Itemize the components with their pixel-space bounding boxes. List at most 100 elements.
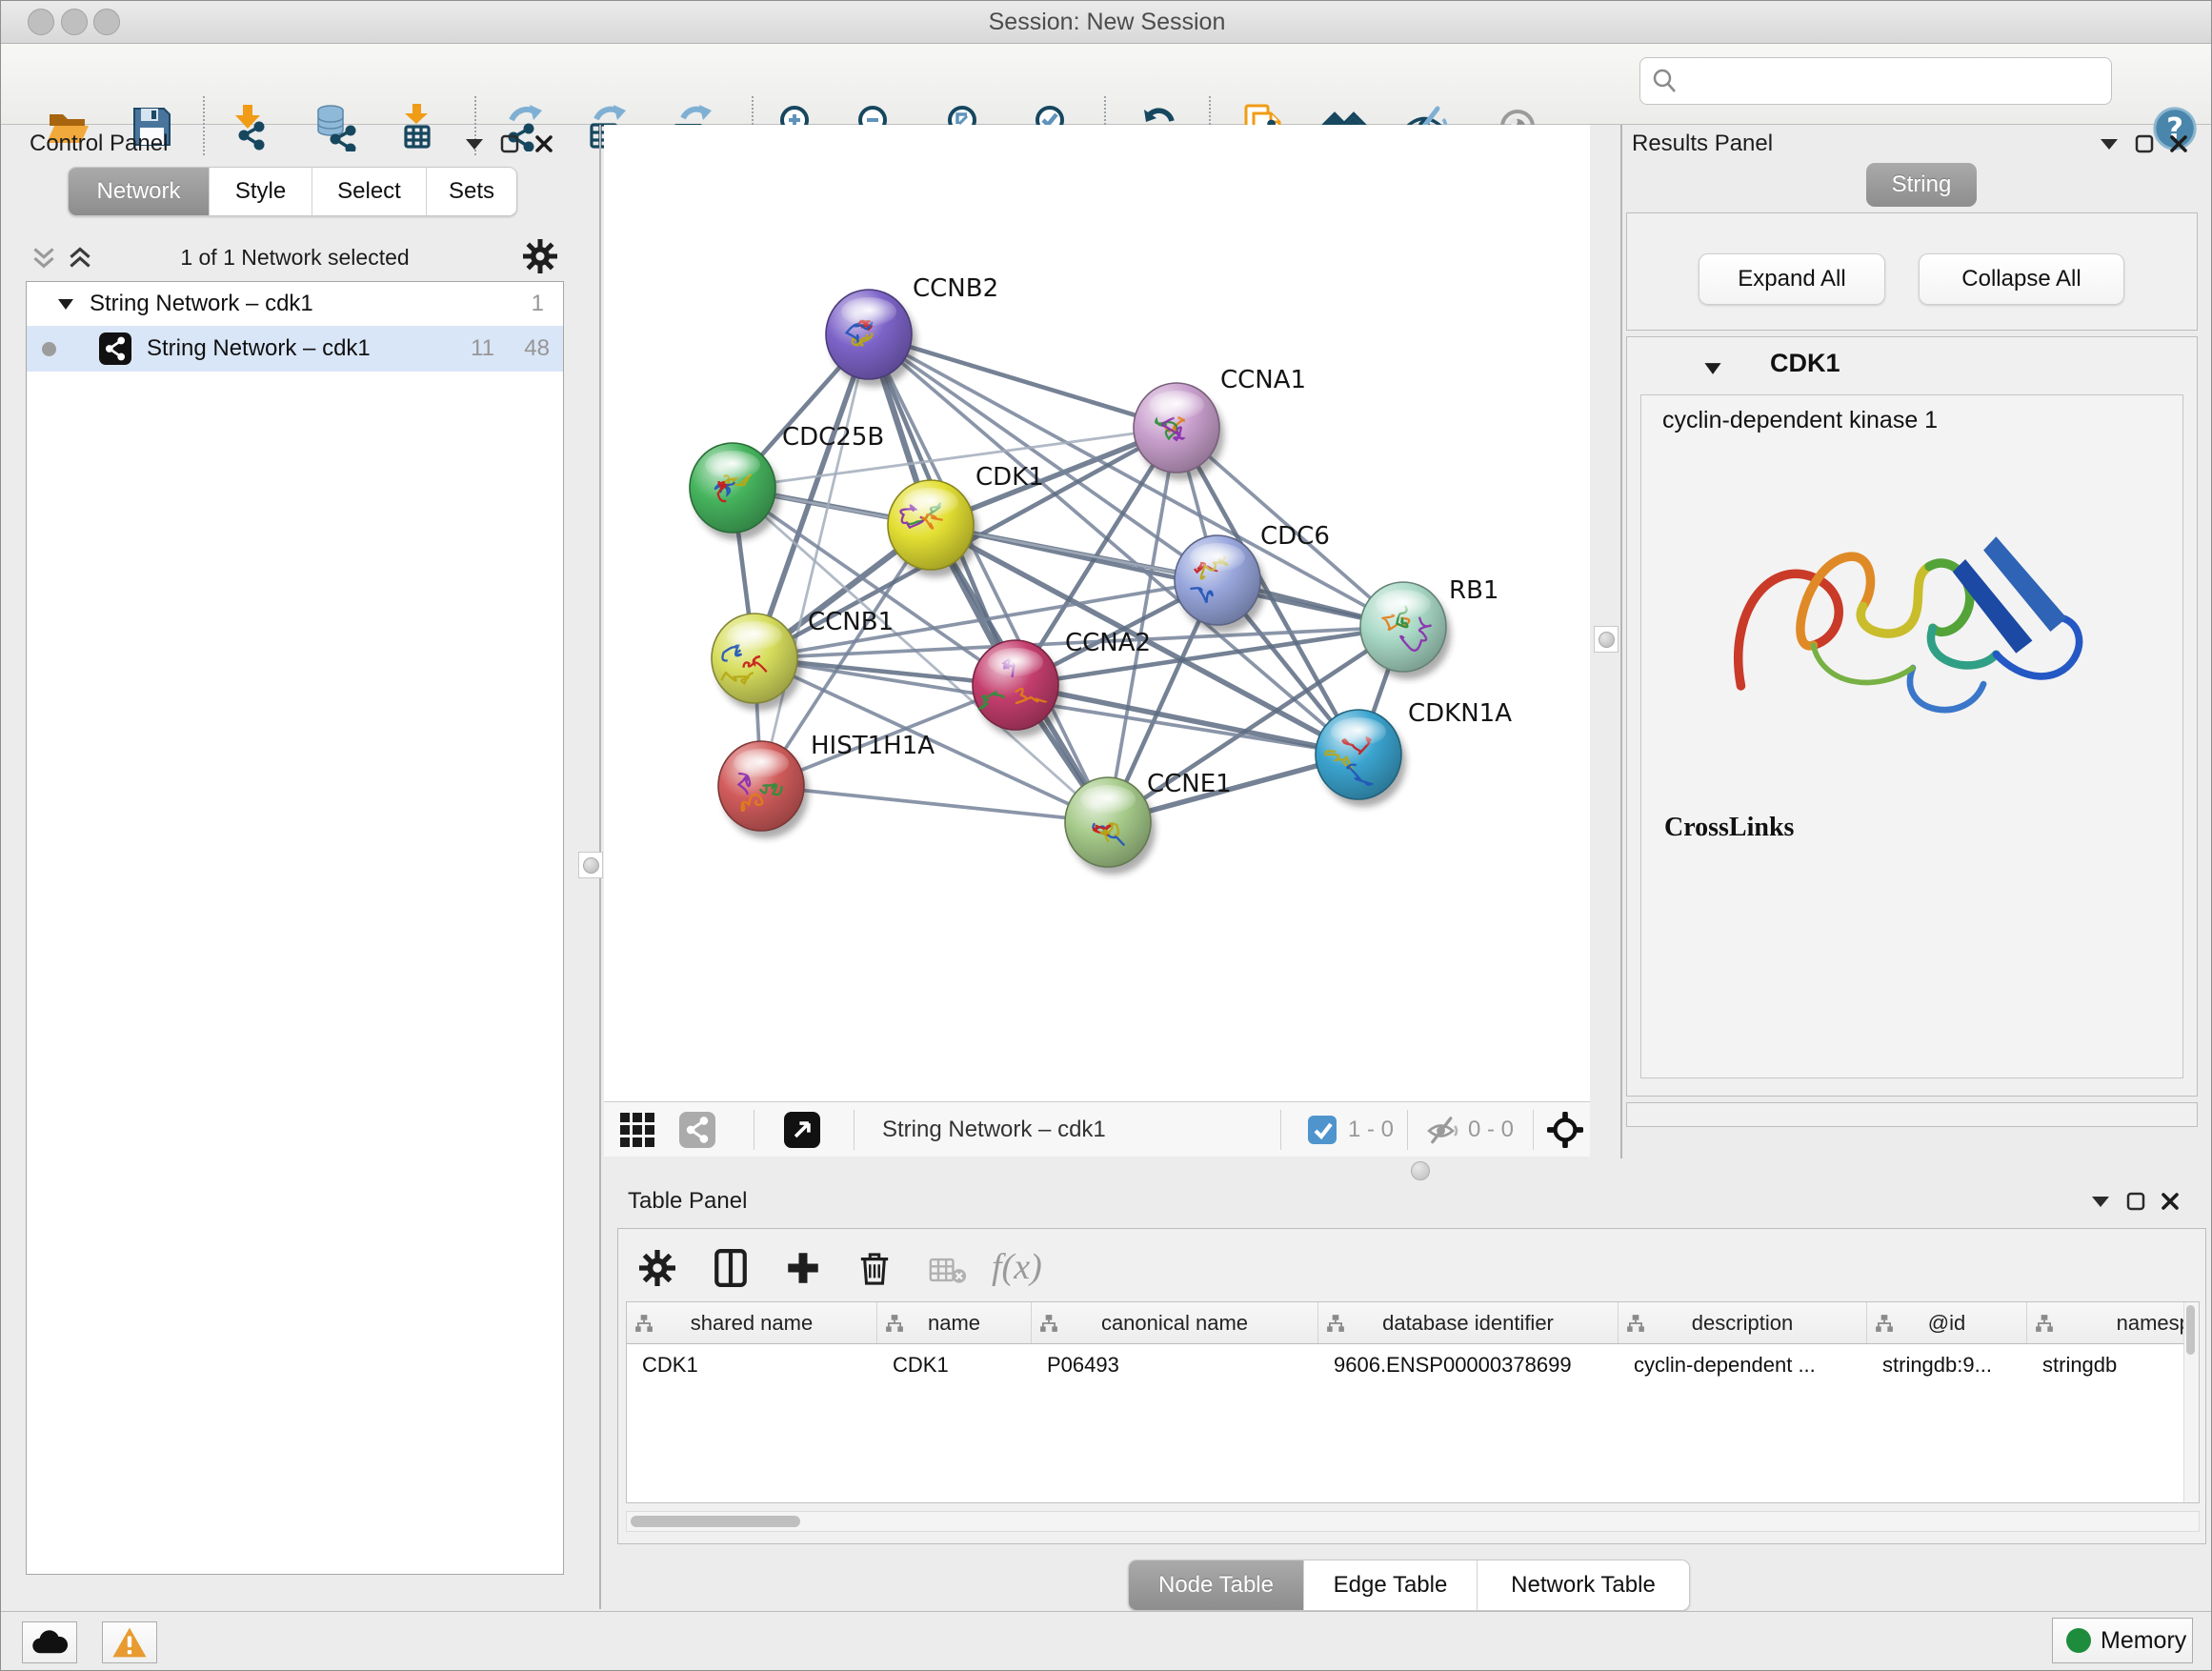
node-CCNA1[interactable]: CCNA1 [1134, 366, 1306, 480]
gene-description: cyclin-dependent kinase 1 [1662, 407, 1938, 434]
string-network-badge-icon [99, 332, 131, 365]
network-graph[interactable]: CCNB2CCNA1CDC25BCDK1CDC6RB1CCNB1CCNA2CDK… [604, 125, 1590, 1101]
control-panel-tabs: NetworkStyleSelectSets [68, 167, 517, 216]
tab-sets[interactable]: Sets [427, 168, 516, 215]
node-label-CCNA1: CCNA1 [1220, 366, 1306, 394]
node-label-CDKN1A: CDKN1A [1408, 699, 1512, 728]
section-collapse-icon[interactable] [1703, 361, 1722, 375]
collapse-panel-icon[interactable] [2099, 136, 2120, 151]
close-panel-icon[interactable] [534, 134, 553, 153]
tree-expand-icon[interactable] [57, 297, 74, 311]
close-panel-icon[interactable] [2169, 134, 2188, 153]
crosslinks-title: CrossLinks [1664, 813, 1794, 843]
table-gear-icon[interactable] [639, 1250, 675, 1286]
column-header-name[interactable]: name [877, 1302, 1032, 1343]
search-input[interactable] [1684, 62, 2098, 102]
application-window: Session: New Session ? Control Panel [0, 0, 2212, 1671]
edge-CCNB2-RB1[interactable] [869, 334, 1403, 627]
node-label-CCNE1: CCNE1 [1147, 770, 1232, 798]
column-header-shared-name[interactable]: shared name [627, 1302, 877, 1343]
collapse-panel-icon[interactable] [464, 136, 485, 151]
table-cell[interactable]: stringdb [2027, 1344, 2200, 1386]
table-cell[interactable]: 9606.ENSP00000378699 [1318, 1344, 1619, 1386]
tab-network[interactable]: Network [69, 168, 210, 215]
network-view-toolbar: String Network – cdk1 1 - 0 0 - 0 [604, 1101, 1590, 1157]
node-label-CCNB2: CCNB2 [913, 274, 998, 303]
cloud-status-button[interactable] [22, 1621, 77, 1663]
tab-style[interactable]: Style [210, 168, 312, 215]
collapse-all-button[interactable]: Collapse All [1919, 253, 2124, 305]
column-label: description [1692, 1311, 1793, 1336]
results-panel: Results Panel String Expand All Collapse… [1620, 125, 2212, 1158]
table-cell[interactable]: CDK1 [877, 1344, 1032, 1386]
network-status-dot [42, 342, 56, 356]
column-header--id[interactable]: @id [1867, 1302, 2027, 1343]
right-splitter-handle[interactable] [1594, 626, 1619, 653]
column-header-description[interactable]: description [1619, 1302, 1867, 1343]
node-RB1[interactable]: RB1 [1360, 576, 1498, 679]
network-collection-row[interactable]: String Network – cdk1 1 [27, 282, 563, 326]
title-bar: Session: New Session [1, 1, 2212, 44]
gear-icon[interactable] [523, 239, 557, 273]
add-row-icon[interactable] [786, 1251, 820, 1285]
table-vertical-scrollbar[interactable] [2183, 1302, 2199, 1502]
node-CDKN1A[interactable]: CDKN1A [1316, 699, 1512, 807]
results-panel-title: Results Panel [1632, 131, 1773, 157]
tab-network-table[interactable]: Network Table [1478, 1560, 1689, 1610]
column-header-canonical-name[interactable]: canonical name [1032, 1302, 1318, 1343]
close-panel-icon[interactable] [2161, 1192, 2180, 1211]
tab-select[interactable]: Select [312, 168, 427, 215]
float-panel-icon[interactable] [2126, 1192, 2145, 1211]
table-content-box: f(x) shared namenamecanonical name databa… [617, 1228, 2206, 1544]
tab-node-table[interactable]: Node Table [1129, 1560, 1304, 1610]
node-CCNE1[interactable]: CCNE1 [1065, 770, 1232, 875]
expand-all-button[interactable]: Expand All [1699, 253, 1885, 305]
collapse-panel-icon[interactable] [2090, 1194, 2111, 1209]
search-field [1639, 57, 2112, 105]
table-panel-title: Table Panel [628, 1188, 747, 1215]
network-edge-count: 48 [524, 335, 550, 362]
node-HIST1H1A[interactable]: HIST1H1A [718, 732, 935, 838]
float-panel-icon[interactable] [2135, 134, 2154, 153]
string-actions-box: Expand All Collapse All [1626, 212, 2198, 331]
main-toolbar: ? [1, 44, 2212, 125]
network-row-selected[interactable]: String Network – cdk1 11 48 [27, 326, 563, 372]
share-view-icon[interactable] [679, 1112, 715, 1148]
node-CDK1[interactable]: CDK1 [888, 463, 1044, 577]
crosshair-icon[interactable] [1547, 1112, 1583, 1148]
network-node-count: 11 [471, 335, 494, 362]
tab-string[interactable]: String [1866, 163, 1977, 207]
edge-HIST1H1A-CCNE1[interactable] [761, 786, 1108, 822]
node-label-CCNB1: CCNB1 [808, 608, 894, 636]
network-canvas[interactable]: CCNB2CCNA1CDC25BCDK1CDC6RB1CCNB1CCNA2CDK… [604, 125, 1590, 1101]
cloud-icon [31, 1629, 68, 1656]
memory-button[interactable]: Memory [2052, 1618, 2193, 1663]
table-cell[interactable]: P06493 [1032, 1344, 1318, 1386]
table-cell[interactable]: stringdb:9... [1867, 1344, 2027, 1386]
birds-eye-view-icon[interactable] [784, 1112, 820, 1148]
network-tree: String Network – cdk1 1 String Network –… [26, 281, 564, 1575]
table-panel: Table Panel f(x) shared namenamecanonica… [604, 1182, 2212, 1609]
column-header-namespace[interactable]: namespace [2027, 1302, 2200, 1343]
horizontal-splitter-handle[interactable] [1411, 1161, 1430, 1180]
column-header-database-identifier[interactable]: database identifier [1318, 1302, 1619, 1343]
function-builder-icon: f(x) [992, 1246, 1042, 1288]
delete-trash-icon[interactable] [858, 1249, 891, 1287]
tab-edge-table[interactable]: Edge Table [1304, 1560, 1478, 1610]
left-splitter-handle[interactable] [578, 852, 603, 878]
gene-detail-box: cyclin-dependent kinase 1 [1640, 394, 2183, 1078]
add-column-icon[interactable] [714, 1249, 748, 1287]
edge-CCNA2-CDKN1A[interactable] [1016, 685, 1358, 755]
selected-checkbox-icon[interactable] [1308, 1116, 1337, 1144]
column-label: database identifier [1382, 1311, 1554, 1336]
table-row[interactable]: CDK1CDK1P064939606.ENSP00000378699cyclin… [627, 1344, 2200, 1386]
table-horizontal-scrollbar[interactable] [626, 1511, 2200, 1532]
table-cell[interactable]: CDK1 [627, 1344, 877, 1386]
grid-view-icon[interactable] [620, 1113, 654, 1147]
network-label: String Network – cdk1 [147, 335, 371, 362]
table-cell[interactable]: cyclin-dependent ... [1619, 1344, 1867, 1386]
warning-status-button[interactable] [102, 1621, 157, 1663]
gene-name: CDK1 [1770, 349, 1840, 378]
node-CDC6[interactable]: CDC6 [1175, 522, 1330, 633]
float-panel-icon[interactable] [500, 134, 519, 153]
